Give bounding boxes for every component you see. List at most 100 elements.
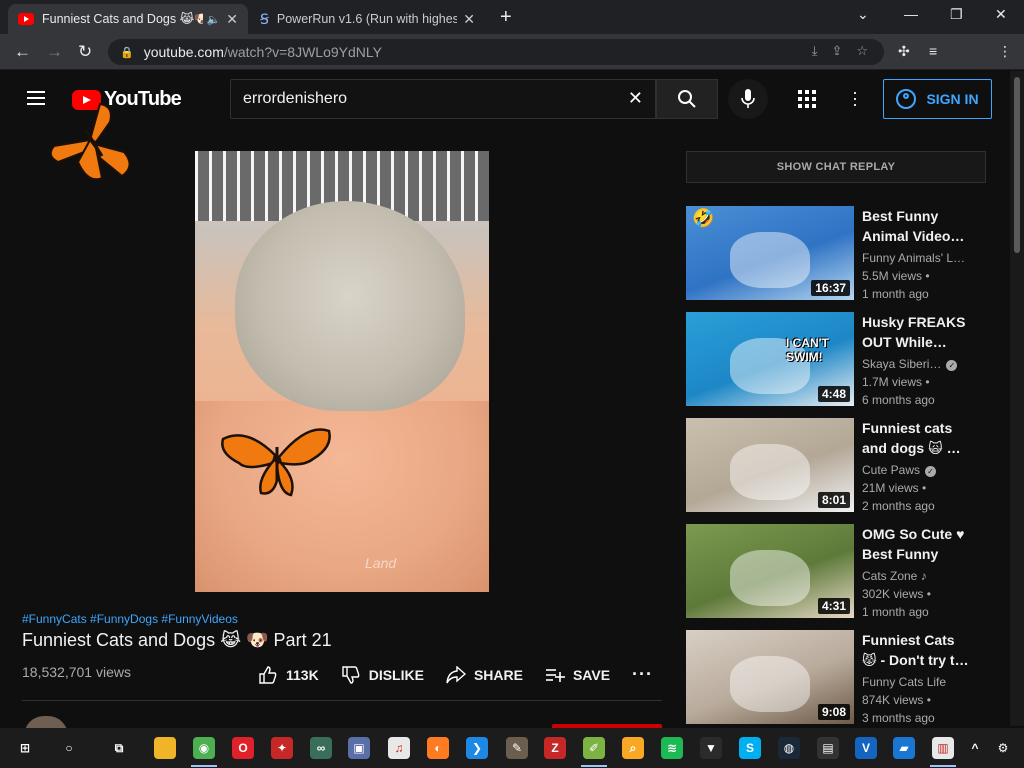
taskbar-film-app-icon[interactable]: ▤ [817, 737, 839, 759]
taskbar-opera-icon[interactable]: O [232, 737, 254, 759]
recommendation-views: 5.5M views • [862, 269, 930, 283]
browser-toolbar: ← → ↻ 🔒 youtube.com/watch?v=8JWLo9YdNLY … [0, 34, 1024, 94]
thumbs-up-icon [259, 665, 277, 684]
share-icon[interactable]: ⇪ [831, 43, 842, 59]
taskbar-app-blue-icon[interactable]: ▰ [893, 737, 915, 759]
recommendation-views: 1.7M views • [862, 375, 930, 389]
recommendation-channel[interactable]: Cute Paws ✓ [862, 463, 937, 477]
taskbar-network-app-icon[interactable]: ∞ [310, 737, 332, 759]
duration-badge: 9:08 [817, 704, 850, 720]
save-button[interactable]: SAVE [545, 667, 610, 683]
recommendation-age: 1 month ago [862, 287, 929, 301]
search-button[interactable] [656, 79, 718, 119]
recommendation-channel[interactable]: Skaya Siberi… ✓ [862, 357, 958, 371]
recommendation-channel[interactable]: Funny Cats Life [862, 675, 946, 689]
taskbar-search-icon[interactable]: ○ [58, 737, 80, 759]
restore-button[interactable]: ❐ [950, 6, 963, 23]
more-actions-icon[interactable]: ··· [632, 664, 653, 685]
tab-search-chevron-icon[interactable]: ⌄ [857, 6, 869, 23]
taskbar-vscode-icon[interactable]: ❯ [466, 737, 488, 759]
recommendation-views: 21M views • [862, 481, 927, 495]
thumbnail-subject [730, 550, 810, 606]
show-chat-replay-button[interactable]: SHOW CHAT REPLAY [686, 151, 986, 183]
page-scrollbar[interactable] [1010, 71, 1024, 726]
settings-more-icon[interactable]: · · · [852, 83, 858, 113]
reload-button[interactable]: ↻ [78, 42, 92, 62]
taskbar-chrome-icon[interactable]: ◉ [193, 737, 215, 759]
taskbar-itunes-icon[interactable]: ♫ [388, 737, 410, 759]
media-control-icon[interactable]: ≡ [929, 43, 937, 59]
like-button[interactable]: 113K [258, 665, 319, 685]
video-player[interactable]: Land [195, 151, 489, 592]
recommendation-title[interactable]: Funniest cats and dogs 🙀 … [862, 418, 972, 458]
recommendation-item[interactable]: 🤣 16:37 Best Funny Animal Video… Funny Anim… [686, 206, 1006, 301]
taskbar-notepad-plus-icon[interactable]: ✐ [583, 737, 605, 759]
view-count: 18,532,701 views [22, 664, 131, 680]
lock-icon[interactable]: 🔒 [120, 46, 134, 59]
recommendation-item[interactable]: I CAN'T SWIM! 4:48 Husky FREAKS OUT While…… [686, 312, 1006, 407]
recommendation-item[interactable]: 8:01 Funniest cats and dogs 🙀 … Cute Paws ✓… [686, 418, 1006, 513]
taskbar-wolf-app-icon[interactable]: ▼ [700, 737, 722, 759]
recommendation-item[interactable]: 4:31 OMG So Cute ♥ Best Funny Ca… Cats Zon… [686, 524, 1006, 619]
video-hashtags[interactable]: #FunnyCats #FunnyDogs #FunnyVideos [22, 612, 238, 626]
butterfly-video-icon [221, 428, 331, 497]
taskbar-gimp-icon[interactable]: ✎ [506, 737, 528, 759]
taskbar-doc-app-icon[interactable]: ▥ [932, 737, 954, 759]
taskbar-firefox-icon[interactable]: ◐ [427, 737, 449, 759]
recommendation-thumbnail[interactable]: 9:08 [686, 630, 854, 724]
address-bar[interactable]: 🔒 youtube.com/watch?v=8JWLo9YdNLY ⤓ ⇪ ☆ [108, 39, 884, 65]
recommendation-title[interactable]: OMG So Cute ♥ Best Funny Ca… [862, 524, 972, 564]
audio-playing-icon[interactable]: 🔈 [207, 13, 221, 26]
forward-button[interactable]: → [46, 42, 63, 62]
tab-youtube[interactable]: Funniest Cats and Dogs 😹🐶 P 🔈 ✕ [8, 4, 248, 34]
duration-badge: 4:31 [817, 598, 850, 614]
dislike-button[interactable]: DISLIKE [341, 665, 424, 685]
account-icon [896, 89, 917, 109]
taskbar-unknown-red-icon[interactable]: ✦ [271, 737, 293, 759]
minimize-button[interactable]: — [904, 6, 918, 22]
taskbar-search-tool-icon[interactable]: ⌕ [622, 737, 644, 759]
share-button[interactable]: SHARE [446, 665, 523, 684]
tab-powerrun[interactable]: Ꞩ PowerRun v1.6 (Run with highest ✕ [250, 4, 485, 34]
recommendation-thumbnail[interactable]: I CAN'T SWIM! 4:48 [686, 312, 854, 406]
install-app-icon[interactable]: ⤓ [812, 43, 818, 59]
taskbar-filezilla-icon[interactable]: Z [544, 737, 566, 759]
url-path: /watch?v=8JWLo9YdNLY [223, 44, 382, 60]
recommendation-title[interactable]: Funniest Cats 😾 - Don't try t… [862, 630, 972, 670]
scrollbar-thumb[interactable] [1014, 77, 1020, 253]
apps-grid-icon[interactable] [798, 90, 816, 108]
taskbar-windows-start-icon[interactable]: ⊞ [14, 737, 36, 759]
clear-search-icon[interactable]: ✕ [628, 88, 643, 109]
taskbar-steam-icon[interactable]: ◍ [778, 737, 800, 759]
taskbar-tray-chevron-icon[interactable]: ^ [964, 737, 986, 759]
playlist-add-icon [545, 668, 565, 682]
hamburger-menu-icon[interactable] [27, 91, 45, 105]
taskbar-spotify-icon[interactable]: ≋ [661, 737, 683, 759]
close-tab-icon[interactable]: ✕ [226, 11, 238, 28]
taskbar-file-explorer-icon[interactable] [154, 737, 176, 759]
recommendation-thumbnail[interactable]: 🤣 16:37 [686, 206, 854, 300]
close-window-button[interactable]: ✕ [995, 6, 1007, 23]
taskbar-task-view-icon[interactable]: ⧉ [108, 737, 130, 759]
recommendation-channel[interactable]: Funny Animals' L… [862, 251, 965, 265]
recommendation-thumbnail[interactable]: 4:31 [686, 524, 854, 618]
new-tab-button[interactable]: + [500, 6, 512, 29]
taskbar-skype-icon[interactable]: S [739, 737, 761, 759]
recommendation-age: 3 months ago [862, 711, 935, 725]
taskbar-image-app-icon[interactable]: ▣ [348, 737, 370, 759]
browser-menu-icon[interactable]: ⋮ [998, 43, 1012, 60]
back-button[interactable]: ← [14, 42, 31, 62]
taskbar-vc-app-icon[interactable]: V [855, 737, 877, 759]
bookmark-star-icon[interactable]: ☆ [856, 43, 868, 59]
recommendation-item[interactable]: 9:08 Funniest Cats 😾 - Don't try t… Funny … [686, 630, 1006, 725]
recommendation-thumbnail[interactable]: 8:01 [686, 418, 854, 512]
close-tab-icon[interactable]: ✕ [463, 11, 475, 28]
recommendation-channel[interactable]: Cats Zone ♪ [862, 569, 927, 583]
voice-search-button[interactable] [728, 79, 768, 119]
search-input[interactable]: errordenishero ✕ [230, 79, 656, 119]
extensions-puzzle-icon[interactable]: ✣ [898, 43, 910, 60]
recommendation-title[interactable]: Husky FREAKS OUT While… [862, 312, 972, 352]
taskbar-settings-icon[interactable]: ⚙ [992, 737, 1014, 759]
recommendation-title[interactable]: Best Funny Animal Video… [862, 206, 972, 246]
sign-in-button[interactable]: SIGN IN [883, 79, 992, 119]
